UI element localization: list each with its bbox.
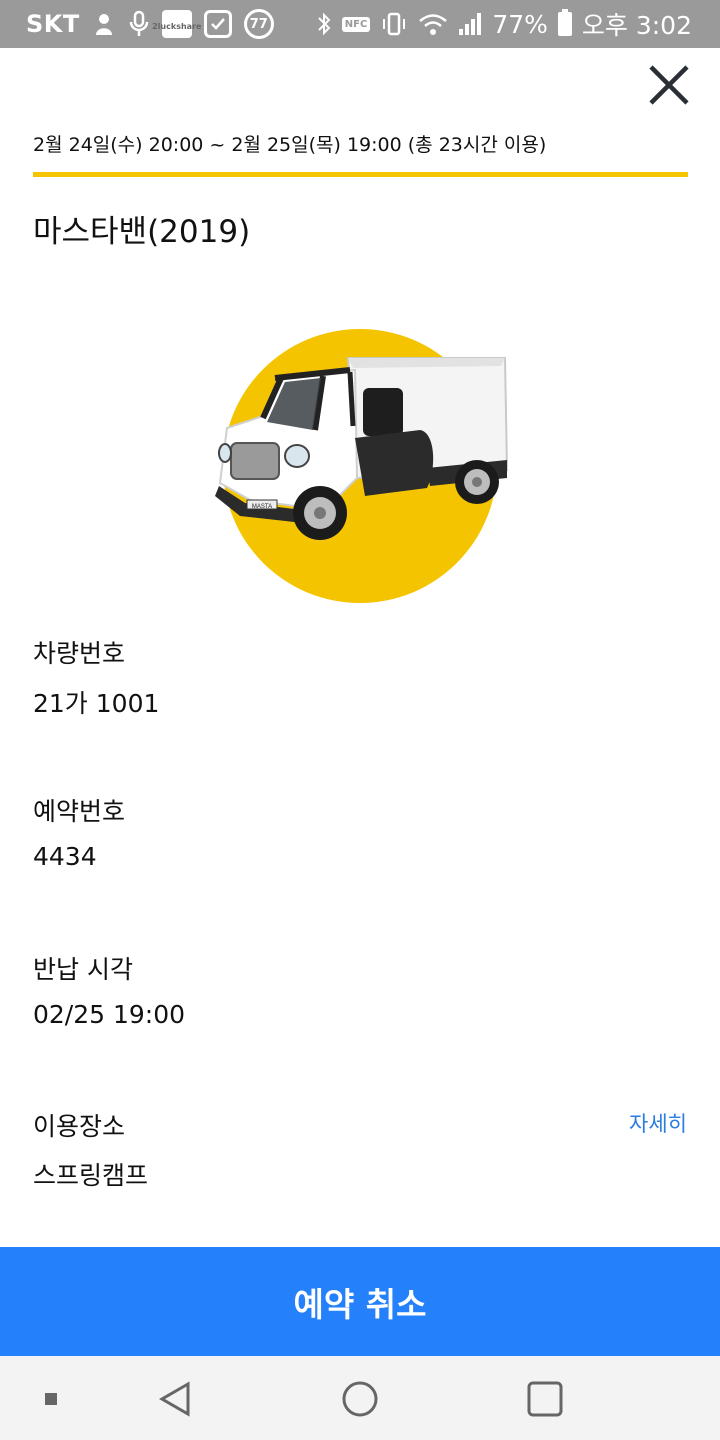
back-button[interactable]	[152, 1376, 198, 1422]
count-badge-icon: 77	[243, 9, 274, 39]
bluetooth-icon	[316, 11, 332, 37]
app-badge-icon: 2luck share	[152, 10, 201, 38]
booking-number-label: 예약번호	[33, 797, 126, 826]
notification-icon	[92, 11, 116, 37]
battery-percent: 77%	[492, 9, 548, 39]
booking-number-value: 4434	[33, 842, 97, 871]
carrier-label: SKT	[26, 10, 80, 38]
nav-dot-button[interactable]	[28, 1376, 74, 1422]
return-time-value: 02/25 19:00	[33, 1000, 186, 1029]
place-detail-link[interactable]: 자세히	[629, 1108, 687, 1138]
plate-number-label: 차량번호	[33, 639, 126, 668]
dot-icon	[45, 1393, 57, 1405]
clock: 오후 3:02	[581, 11, 692, 40]
close-button[interactable]	[640, 56, 698, 114]
status-bar: SKT 2luck share 77 NFC 77% 오후 3:02	[0, 0, 720, 48]
place-label: 이용장소	[33, 1112, 126, 1141]
svg-text:MASTA: MASTA	[252, 504, 272, 510]
car-model-title: 마스타밴(2019)	[33, 214, 251, 250]
place-value: 스프링캠프	[33, 1161, 149, 1190]
signal-icon	[458, 12, 482, 36]
back-icon	[158, 1381, 190, 1417]
vibrate-icon	[380, 11, 408, 37]
navigation-bar	[0, 1356, 720, 1440]
wifi-icon	[418, 12, 448, 36]
close-icon	[649, 65, 689, 105]
battery-icon	[557, 9, 572, 36]
home-button[interactable]	[337, 1376, 383, 1422]
nfc-icon: NFC	[341, 16, 371, 32]
recents-icon	[527, 1381, 563, 1417]
recents-button[interactable]	[522, 1376, 568, 1422]
home-icon	[342, 1381, 378, 1417]
cancel-reservation-button[interactable]: 예약 취소	[0, 1247, 720, 1356]
return-time-label: 반납 시각	[33, 955, 133, 984]
plate-number-value: 21가 1001	[33, 689, 160, 718]
mic-icon	[128, 10, 150, 38]
reservation-period: 2월 24일(수) 20:00 ~ 2월 25일(목) 19:00 (총 23시…	[33, 134, 547, 156]
check-icon	[203, 10, 232, 38]
period-divider	[33, 172, 688, 177]
car-image: MASTA	[205, 318, 515, 608]
